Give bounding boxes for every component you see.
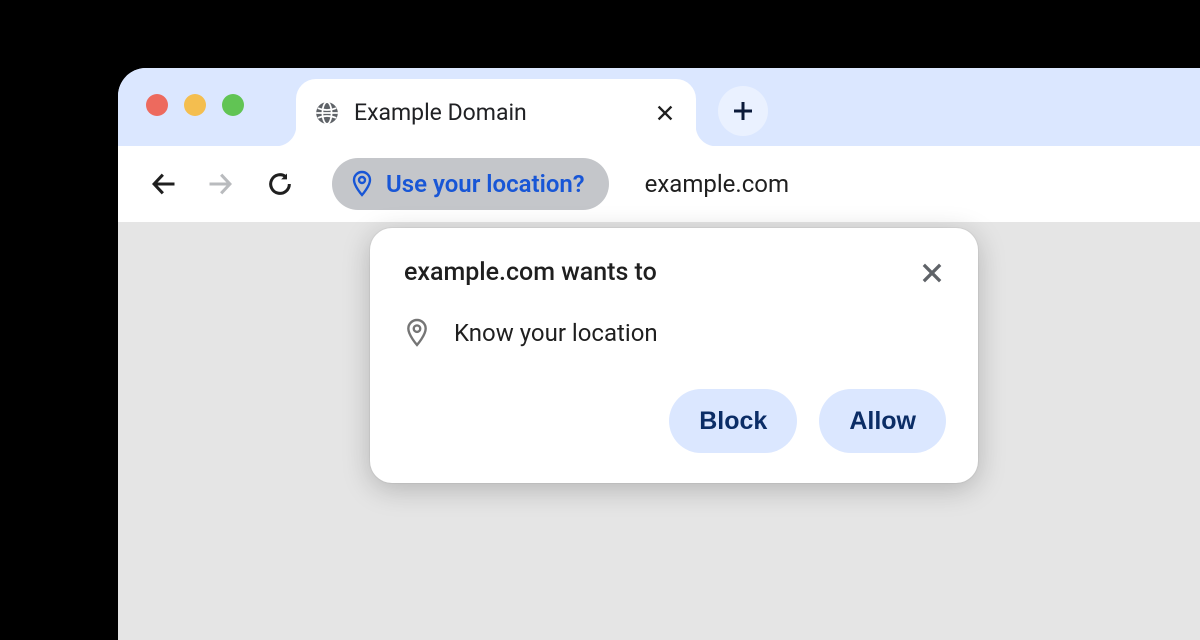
forward-button[interactable] xyxy=(196,160,244,208)
toolbar: Use your location? xyxy=(118,146,1200,222)
permission-row: Know your location xyxy=(404,317,946,349)
location-permission-chip[interactable]: Use your location? xyxy=(332,158,609,210)
window-controls xyxy=(146,94,244,116)
browser-window: Example Domain xyxy=(118,68,1200,640)
tab-close-button[interactable] xyxy=(654,102,676,124)
permission-label: Know your location xyxy=(454,319,658,347)
new-tab-button[interactable] xyxy=(718,86,768,136)
arrow-right-icon xyxy=(206,170,234,198)
location-chip-label: Use your location? xyxy=(386,170,585,198)
globe-icon xyxy=(314,100,340,126)
location-pin-icon xyxy=(350,170,374,198)
tab-strip: Example Domain xyxy=(118,68,1200,146)
window-close-button[interactable] xyxy=(146,94,168,116)
popup-header: example.com wants to xyxy=(404,258,946,287)
address-bar[interactable] xyxy=(645,170,1200,198)
block-button[interactable]: Block xyxy=(669,389,797,453)
location-pin-icon xyxy=(404,317,430,349)
reload-button[interactable] xyxy=(256,160,304,208)
popup-actions: Block Allow xyxy=(404,389,946,453)
back-button[interactable] xyxy=(140,160,188,208)
permission-popup: example.com wants to Know your location … xyxy=(370,228,978,483)
window-zoom-button[interactable] xyxy=(222,94,244,116)
tab-title: Example Domain xyxy=(354,99,654,126)
reload-icon xyxy=(266,170,294,198)
browser-tab[interactable]: Example Domain xyxy=(296,79,696,146)
popup-title: example.com wants to xyxy=(404,258,657,287)
popup-close-button[interactable] xyxy=(918,259,946,287)
plus-icon xyxy=(731,99,755,123)
window-minimize-button[interactable] xyxy=(184,94,206,116)
allow-button[interactable]: Allow xyxy=(819,389,946,453)
arrow-left-icon xyxy=(150,170,178,198)
